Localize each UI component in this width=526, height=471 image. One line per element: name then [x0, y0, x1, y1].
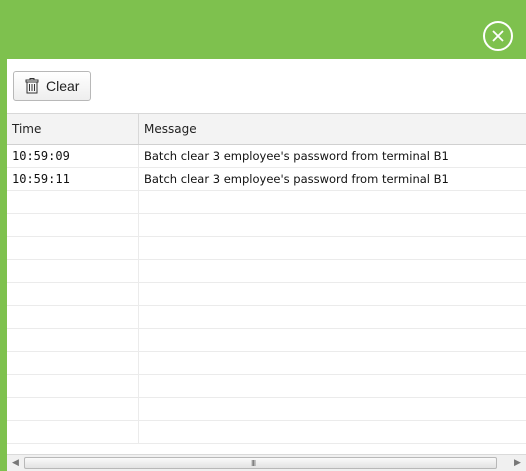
window-border	[0, 59, 7, 471]
table-row[interactable]	[7, 306, 526, 329]
table-row[interactable]	[7, 214, 526, 237]
column-header-message[interactable]: Message	[139, 114, 526, 144]
table-row[interactable]	[7, 421, 526, 444]
cell-message	[139, 398, 526, 420]
table-row[interactable]	[7, 191, 526, 214]
cell-time	[7, 306, 139, 328]
table-row[interactable]	[7, 237, 526, 260]
log-grid: Time Message 10:59:09 Batch clear 3 emplo…	[7, 114, 526, 454]
cell-message	[139, 237, 526, 259]
cell-message	[139, 283, 526, 305]
title-bar	[0, 0, 526, 59]
column-header-time[interactable]: Time	[7, 114, 139, 144]
trash-icon	[25, 78, 39, 94]
table-row[interactable]	[7, 260, 526, 283]
cell-time	[7, 214, 139, 236]
toolbar: Clear	[7, 59, 526, 114]
table-row[interactable]	[7, 352, 526, 375]
cell-time: 10:59:09	[7, 145, 139, 167]
cell-message: Batch clear 3 employee's password from t…	[144, 149, 449, 163]
close-button[interactable]	[483, 21, 513, 51]
cell-message: Batch clear 3 employee's password from t…	[144, 172, 449, 186]
table-row[interactable]	[7, 375, 526, 398]
cell-time	[7, 329, 139, 351]
scroll-thumb[interactable]: III	[24, 457, 497, 469]
cell-time	[7, 421, 139, 443]
cell-message	[139, 352, 526, 374]
grid-header: Time Message	[7, 114, 526, 145]
cell-message	[139, 306, 526, 328]
cell-message	[139, 375, 526, 397]
cell-message	[139, 421, 526, 443]
table-row[interactable]: 10:59:09 Batch clear 3 employee's passwor…	[7, 145, 526, 168]
table-row[interactable]: 10:59:11 Batch clear 3 employee's passwor…	[7, 168, 526, 191]
cell-time	[7, 398, 139, 420]
cell-message	[139, 191, 526, 213]
horizontal-scrollbar[interactable]: ◀ III ▶	[7, 454, 526, 471]
cell-time	[7, 375, 139, 397]
clear-button[interactable]: Clear	[13, 71, 91, 101]
log-dialog: Clear Time Message 10:59:09 Batch clear 3…	[0, 0, 526, 471]
cell-message	[139, 329, 526, 351]
cell-time: 10:59:11	[7, 168, 139, 190]
close-icon	[492, 30, 504, 42]
cell-time	[7, 260, 139, 282]
table-row[interactable]	[7, 329, 526, 352]
cell-message	[139, 214, 526, 236]
table-row[interactable]	[7, 283, 526, 306]
cell-time	[7, 283, 139, 305]
scroll-right-button[interactable]: ▶	[509, 455, 526, 471]
cell-time	[7, 191, 139, 213]
scroll-left-button[interactable]: ◀	[7, 455, 24, 471]
scroll-grip: III	[251, 459, 256, 468]
table-row[interactable]	[7, 398, 526, 421]
cell-message	[139, 260, 526, 282]
clear-button-label: Clear	[46, 78, 80, 94]
cell-time	[7, 352, 139, 374]
cell-time	[7, 237, 139, 259]
